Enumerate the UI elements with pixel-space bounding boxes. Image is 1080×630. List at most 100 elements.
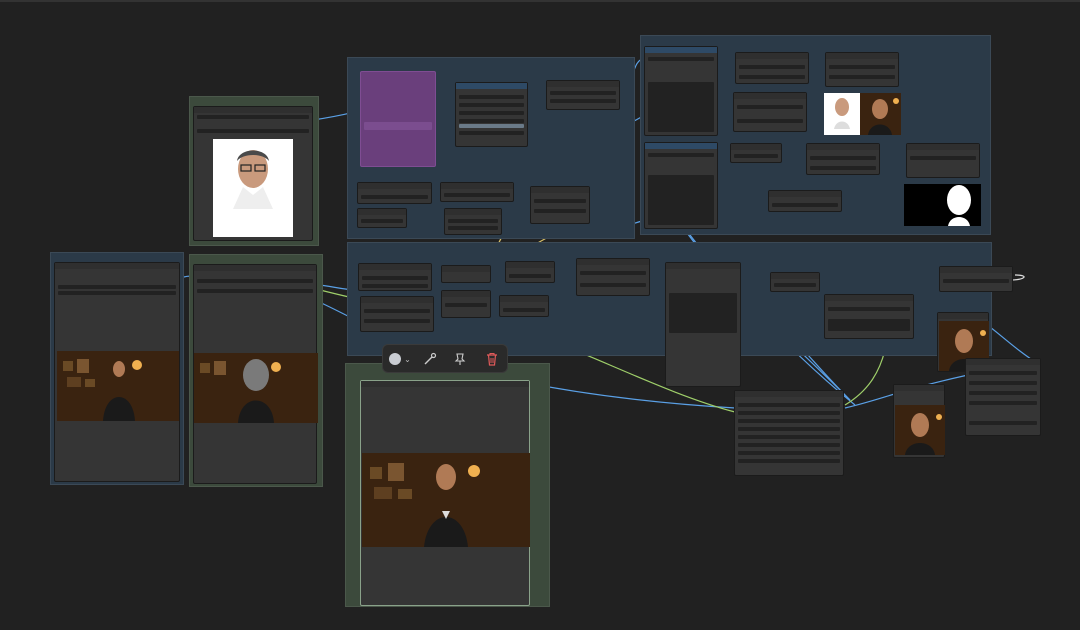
node-widget[interactable] [810,166,876,170]
node-widget[interactable] [738,427,840,431]
node-widget[interactable] [503,308,545,312]
node-widget[interactable] [738,443,840,447]
node-widget[interactable] [943,279,1009,283]
node-widget[interactable] [58,285,176,289]
node-widget[interactable] [362,276,428,280]
node-mid-a[interactable] [358,263,432,291]
node-image-crop[interactable] [825,52,899,87]
node-mid-g[interactable] [576,258,650,296]
node-small-b[interactable] [357,208,407,228]
node-widget[interactable] [444,193,510,197]
node-small-e[interactable] [530,186,590,224]
node-mid-d[interactable] [441,290,491,318]
node-widget[interactable] [829,75,895,79]
node-mask-preview[interactable] [193,264,318,484]
node-widget[interactable] [738,411,840,415]
node-small-c[interactable] [440,182,514,202]
node-widget[interactable] [459,131,524,135]
node-widget[interactable] [459,95,524,99]
node-widget[interactable] [58,291,176,295]
node-mid-h[interactable] [770,272,820,292]
node-widget[interactable] [739,75,805,79]
color-picker-button[interactable]: ⌄ [387,351,413,367]
node-widget[interactable] [969,381,1037,385]
node-widget[interactable] [361,195,428,199]
node-widget[interactable] [550,91,616,95]
node-widget[interactable] [364,122,432,130]
node-widget[interactable] [459,103,524,107]
node-load-image-product[interactable] [193,106,313,241]
node-load-image-scene[interactable] [54,262,180,482]
node-right-settings[interactable] [965,358,1041,436]
node-widget[interactable] [969,401,1037,405]
node-small-d[interactable] [444,208,502,235]
node-tall-list-a[interactable] [644,46,718,136]
node-widget[interactable] [459,119,524,123]
node-widget[interactable] [459,124,524,128]
node-widget[interactable] [829,65,895,69]
node-widget[interactable] [969,371,1037,375]
node-small-i[interactable] [768,190,842,212]
node-widget[interactable] [580,271,646,275]
node-small-f[interactable] [730,143,782,163]
node-ksampler[interactable] [665,262,741,387]
node-small-g[interactable] [806,143,880,175]
node-widget[interactable] [534,209,586,213]
node-mid-c[interactable] [441,265,491,283]
node-sampler-settings[interactable] [455,82,528,147]
node-widget[interactable] [969,421,1037,425]
node-widget[interactable] [648,57,714,61]
node-save-image-output[interactable] [360,380,530,606]
node-small-a[interactable] [357,182,432,204]
node-mid-e[interactable] [505,261,555,283]
node-widget[interactable] [738,403,840,407]
node-widget[interactable] [969,391,1037,395]
node-widget[interactable] [534,199,586,203]
node-mid-b[interactable] [360,296,434,332]
node-widget[interactable] [828,319,910,331]
node-widget[interactable] [362,284,428,288]
node-small-h[interactable] [906,143,980,178]
node-widget[interactable] [737,105,803,109]
node-widget[interactable] [197,129,309,133]
node-widget[interactable] [648,175,714,225]
node-mid-f[interactable] [499,295,549,317]
node-widget[interactable] [448,219,498,223]
delete-button[interactable] [483,351,501,367]
node-widget[interactable] [648,153,714,157]
node-preview-face-b[interactable] [893,384,945,458]
pin-button[interactable] [451,351,469,367]
link-wand-button[interactable] [421,351,439,367]
node-prompt-text[interactable] [360,71,436,167]
node-widget[interactable] [361,219,403,223]
node-widget[interactable] [828,307,910,311]
node-widget[interactable] [197,279,313,283]
node-widget[interactable] [737,119,803,123]
node-widget[interactable] [738,435,840,439]
node-widget[interactable] [459,111,524,115]
node-widget[interactable] [739,65,805,69]
node-widget[interactable] [448,226,498,230]
node-widget[interactable] [550,99,616,103]
node-widget[interactable] [738,451,840,455]
node-mid-j[interactable] [939,266,1013,292]
node-widget[interactable] [580,283,646,287]
node-widget[interactable] [364,309,430,313]
node-widget[interactable] [734,154,778,158]
node-widget[interactable] [810,156,876,160]
node-image-resize[interactable] [735,52,809,84]
node-vae-decode[interactable] [734,390,844,476]
node-widget[interactable] [738,419,840,423]
node-widget[interactable] [910,156,976,160]
node-widget[interactable] [197,289,313,293]
node-widget[interactable] [738,459,840,463]
node-widget[interactable] [772,203,838,207]
node-widget[interactable] [364,319,430,323]
node-widget[interactable] [648,82,714,132]
node-widget[interactable] [669,293,737,333]
node-mask-ops[interactable] [733,92,807,132]
node-tall-list-b[interactable] [644,142,718,229]
node-widget[interactable] [445,303,487,307]
node-widget[interactable] [197,115,309,119]
node-widget[interactable] [509,274,551,278]
